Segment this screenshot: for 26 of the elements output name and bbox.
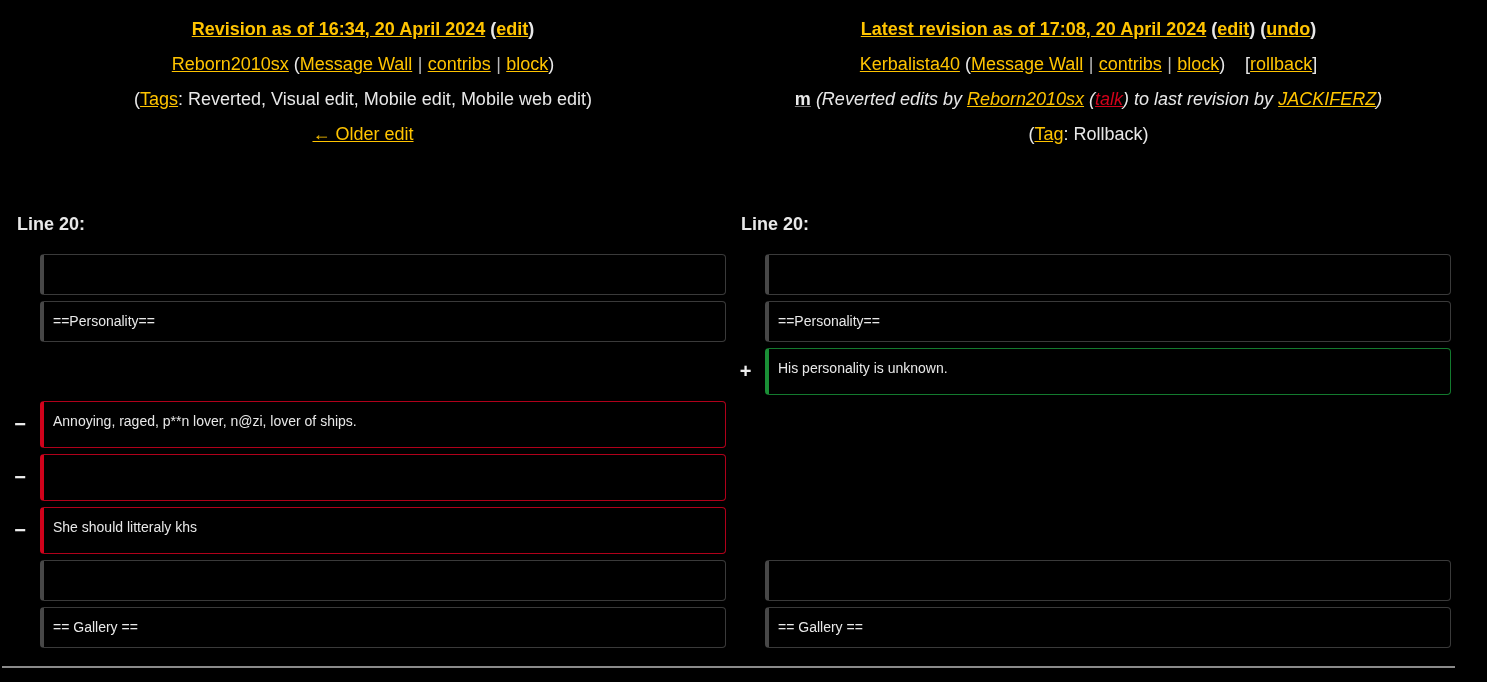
link[interactable]: contribs: [427, 54, 491, 74]
edit-summary: m (Reverted edits by Reborn2010sx (talk) to last revision by JACKIFERZ): [793, 88, 1384, 111]
link[interactable]: ← Older edit: [312, 124, 414, 144]
revision-heading: Latest revision as of 17:08, 20 April 2024 (edit) (undo): [859, 18, 1318, 41]
link[interactable]: Reborn2010sx: [171, 54, 289, 74]
user-links-line: Reborn2010sx (Message Wall | contribs | block): [170, 53, 556, 76]
link[interactable]: Kerbalista40: [859, 54, 960, 74]
link[interactable]: Latest revision as of 17:08, 20 April 2024: [860, 19, 1207, 39]
link[interactable]: rollback: [1250, 54, 1313, 74]
line-number-label: Line 20:: [741, 213, 810, 236]
link[interactable]: Tag: [1034, 124, 1064, 144]
tags-line: (Tags: Reverted, Visual edit, Mobile edit, Mobile web edit): [133, 88, 593, 111]
user-links-line: Kerbalista40 (Message Wall | contribs | block) [rollback]: [858, 53, 1319, 76]
link[interactable]: Reborn2010sx: [966, 89, 1085, 109]
line-number-label: Line 20:: [17, 213, 86, 236]
link[interactable]: Message Wall: [299, 54, 413, 74]
link[interactable]: Message Wall: [970, 54, 1084, 74]
revision-heading: Revision as of 16:34, 20 April 2024 (edit): [190, 18, 536, 41]
minus-sign: −: [14, 520, 26, 540]
plus-sign: +: [739, 361, 752, 381]
link[interactable]: Tags: [140, 89, 179, 109]
link[interactable]: Revision as of 16:34, 20 April 2024: [191, 19, 486, 39]
tags-line: (Tag: Rollback): [1027, 123, 1150, 146]
minus-sign: −: [14, 414, 26, 434]
minus-sign: −: [14, 467, 26, 487]
link[interactable]: contribs: [1098, 54, 1162, 74]
